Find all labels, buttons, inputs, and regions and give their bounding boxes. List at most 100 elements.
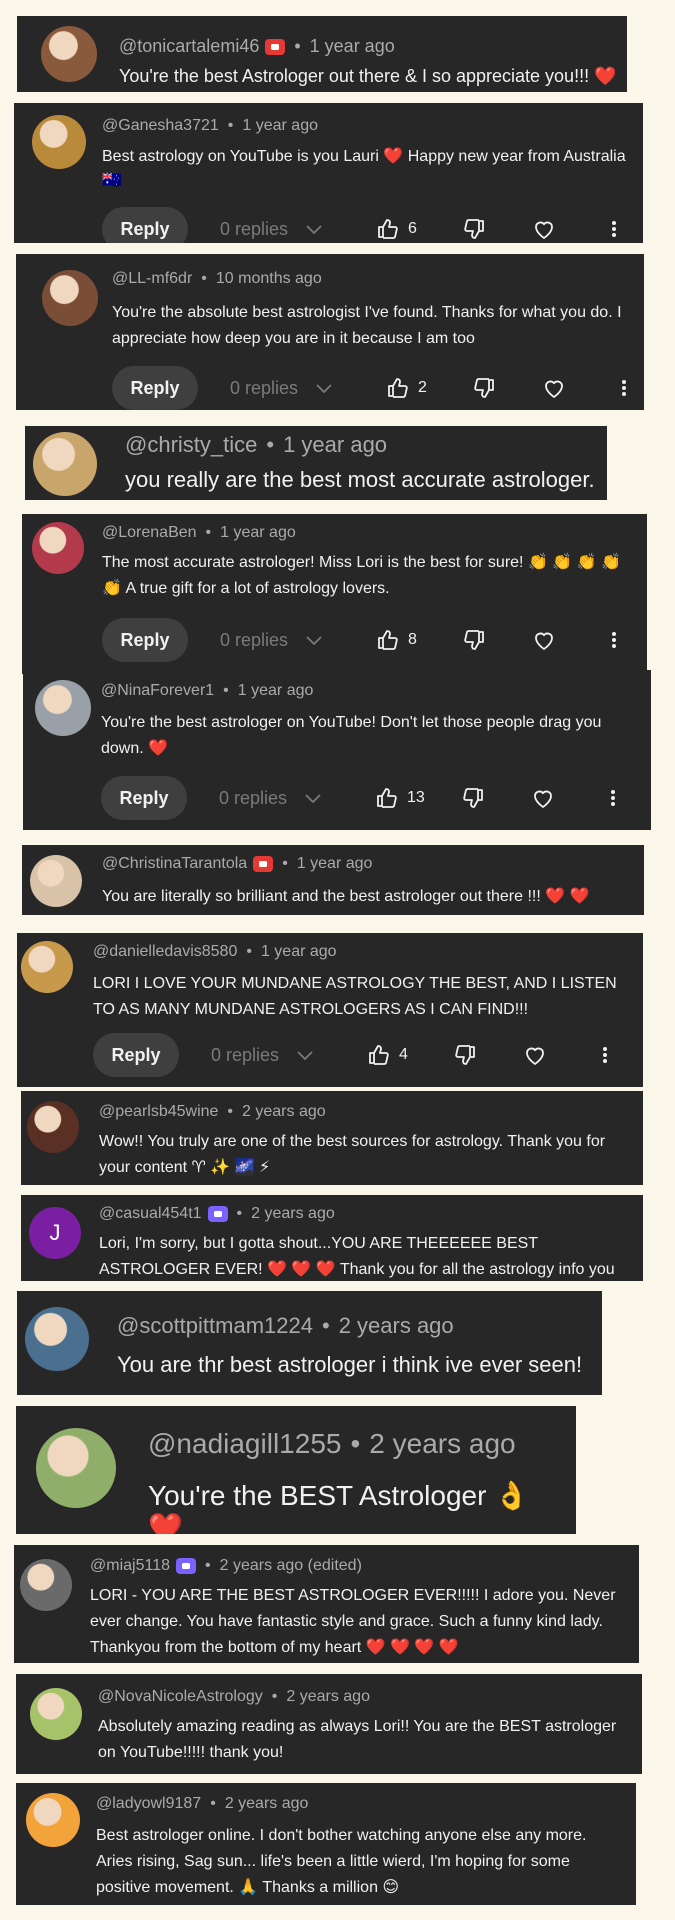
replies-toggle[interactable]: 0 replies: [230, 376, 340, 400]
thumbs-down-icon[interactable]: [462, 628, 486, 652]
replies-toggle[interactable]: 0 replies: [211, 1043, 321, 1067]
reply-button[interactable]: Reply: [112, 366, 198, 410]
avatar[interactable]: [32, 522, 84, 574]
comment-timestamp[interactable]: 1 year ago: [310, 36, 395, 57]
reply-button[interactable]: Reply: [102, 207, 188, 243]
comment-header: @NinaForever1 • 1 year ago: [101, 682, 313, 700]
comment-author[interactable]: @nadiagill1255: [148, 1428, 341, 1460]
avatar[interactable]: [36, 1428, 116, 1508]
heart-outline-icon[interactable]: [531, 786, 555, 810]
comment-header: @christy_tice • 1 year ago: [125, 432, 387, 458]
comment-author[interactable]: @miaj5118: [90, 1557, 170, 1575]
avatar[interactable]: [42, 270, 98, 326]
comment-header: @danielledavis8580 • 1 year ago: [93, 943, 337, 961]
comment-timestamp[interactable]: 2 years ago: [225, 1795, 309, 1813]
thumbs-down-icon[interactable]: [453, 1043, 477, 1067]
comment-author[interactable]: @casual454t1: [99, 1205, 202, 1223]
avatar[interactable]: [41, 26, 97, 82]
heart-outline-icon[interactable]: [532, 628, 556, 652]
more-vertical-icon[interactable]: [593, 1043, 617, 1067]
replies-toggle[interactable]: 0 replies: [220, 217, 330, 241]
comment-timestamp[interactable]: 1 year ago: [220, 524, 296, 542]
separator-dot: •: [210, 1795, 216, 1812]
comment-author[interactable]: @ChristinaTarantola: [102, 855, 247, 873]
chevron-down-icon: [287, 786, 325, 810]
like-count: 4: [399, 1046, 408, 1063]
avatar[interactable]: [30, 1688, 82, 1740]
comment-header: @LorenaBen • 1 year ago: [102, 524, 296, 542]
avatar[interactable]: [32, 115, 86, 169]
avatar[interactable]: [35, 680, 91, 736]
comment-timestamp[interactable]: 2 years ago: [251, 1205, 335, 1223]
comment-timestamp[interactable]: 2 years ago (edited): [220, 1557, 362, 1575]
comment-timestamp[interactable]: 1 year ago: [283, 432, 387, 458]
separator-dot: •: [236, 1205, 243, 1222]
comment-header: @nadiagill1255 • 2 years ago: [148, 1428, 516, 1460]
avatar[interactable]: [26, 1793, 80, 1847]
avatar[interactable]: [27, 1101, 79, 1153]
replies-count: 0 replies: [211, 1044, 280, 1065]
member-badge-icon: [207, 1206, 228, 1222]
thumbs-down-icon[interactable]: [462, 217, 486, 241]
reply-button[interactable]: Reply: [93, 1033, 179, 1077]
thumbs-up-icon[interactable]: [376, 217, 400, 241]
comment-timestamp[interactable]: 10 months ago: [216, 270, 322, 288]
more-vertical-icon[interactable]: [612, 376, 636, 400]
avatar[interactable]: [21, 941, 73, 993]
member-badge-icon: [265, 38, 286, 55]
separator-dot: •: [246, 943, 252, 960]
avatar[interactable]: [20, 1559, 72, 1611]
comment-card: @NinaForever1 • 1 year ago You're the best …: [23, 670, 651, 830]
thumbs-down-icon[interactable]: [472, 376, 496, 400]
comment-timestamp[interactable]: 1 year ago: [261, 943, 337, 961]
reply-button[interactable]: Reply: [101, 776, 187, 820]
thumbs-up-icon[interactable]: [386, 376, 410, 400]
comment-timestamp[interactable]: 2 years ago: [286, 1688, 370, 1706]
thumbs-up-icon[interactable]: [375, 786, 399, 810]
comment-card: @pearlsb45wine • 2 years ago Wow!! You trul…: [21, 1091, 643, 1185]
comment-author[interactable]: @LorenaBen: [102, 524, 197, 542]
comment-text: You are literally so brilliant and the b…: [102, 888, 590, 905]
more-vertical-icon[interactable]: [602, 628, 626, 652]
comment-timestamp[interactable]: 2 years ago: [242, 1103, 326, 1121]
avatar[interactable]: [30, 855, 82, 907]
comment-header: @NovaNicoleAstrology • 2 years ago: [98, 1688, 370, 1706]
more-vertical-icon[interactable]: [602, 217, 626, 241]
comment-author[interactable]: @scottpittmam1224: [117, 1313, 313, 1339]
comment-timestamp[interactable]: 1 year ago: [242, 117, 318, 135]
comment-author[interactable]: @tonicartalemi46: [119, 36, 259, 57]
comment-card: @danielledavis8580 • 1 year ago LORI I LOVE…: [17, 933, 643, 1087]
separator-dot: •: [282, 855, 288, 872]
replies-toggle[interactable]: 0 replies: [219, 786, 329, 810]
avatar[interactable]: J: [29, 1207, 81, 1259]
comment-author[interactable]: @pearlsb45wine: [99, 1103, 218, 1121]
comment-timestamp[interactable]: 1 year ago: [297, 855, 373, 873]
more-vertical-icon[interactable]: [601, 786, 625, 810]
comment-author[interactable]: @christy_tice: [125, 432, 257, 458]
comment-timestamp[interactable]: 1 year ago: [238, 682, 314, 700]
comment-author[interactable]: @LL-mf6dr: [112, 270, 192, 288]
thumbs-up-icon[interactable]: [367, 1043, 391, 1067]
avatar[interactable]: [33, 432, 97, 496]
heart-outline-icon[interactable]: [532, 217, 556, 241]
comment-author[interactable]: @ladyowl9187: [96, 1795, 201, 1813]
comment-header: @Ganesha3721 • 1 year ago: [102, 117, 318, 135]
separator-dot: •: [350, 1428, 361, 1459]
comment-header: @ChristinaTarantola • 1 year ago: [102, 855, 372, 873]
comment-author[interactable]: @NinaForever1: [101, 682, 214, 700]
like-count: 13: [407, 789, 425, 806]
comment-timestamp[interactable]: 2 years ago: [339, 1313, 454, 1339]
thumbs-up-icon[interactable]: [376, 628, 400, 652]
comment-card: @tonicartalemi46 • 1 year ago You're the be…: [17, 16, 627, 92]
comment-author[interactable]: @danielledavis8580: [93, 943, 237, 961]
avatar[interactable]: [25, 1307, 89, 1371]
replies-toggle[interactable]: 0 replies: [220, 628, 330, 652]
comment-timestamp[interactable]: 2 years ago: [369, 1428, 515, 1460]
heart-outline-icon[interactable]: [542, 376, 566, 400]
thumbs-down-icon[interactable]: [461, 786, 485, 810]
comment-actions: Reply 0 replies 4: [93, 1033, 617, 1077]
comment-author[interactable]: @NovaNicoleAstrology: [98, 1688, 263, 1706]
heart-outline-icon[interactable]: [523, 1043, 547, 1067]
reply-button[interactable]: Reply: [102, 618, 188, 662]
comment-author[interactable]: @Ganesha3721: [102, 117, 219, 135]
